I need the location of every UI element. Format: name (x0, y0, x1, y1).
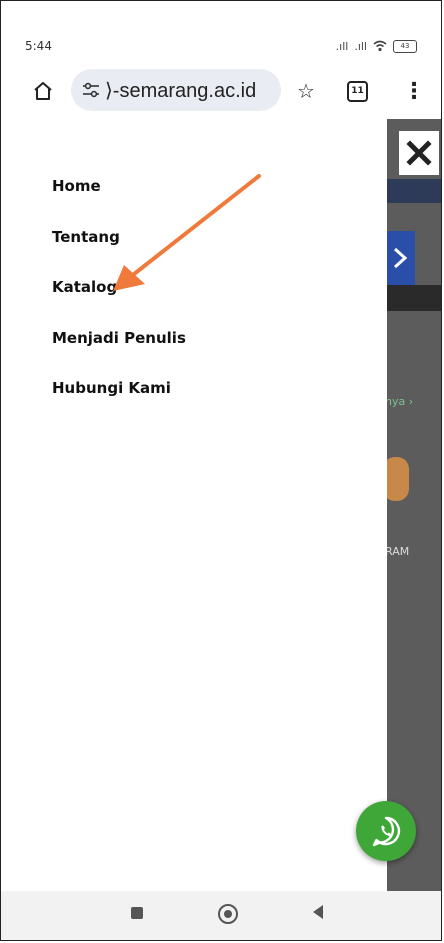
system-nav-bar (1, 891, 441, 940)
menu-item-menjadi-penulis[interactable]: Menjadi Penulis (52, 329, 186, 347)
background-avatar (387, 457, 409, 501)
tabs-icon[interactable]: 11 (347, 81, 368, 102)
bookmark-star-icon[interactable]: ☆ (297, 79, 315, 103)
back-icon[interactable] (313, 905, 323, 919)
status-bar: 5:44 .ıll .ıll 43 (25, 35, 417, 57)
menu-item-tentang[interactable]: Tentang (52, 228, 120, 246)
close-menu-button[interactable] (399, 131, 439, 175)
signal-icon: .ıll (335, 39, 349, 53)
background-image (387, 285, 441, 311)
menu-kebab-icon[interactable]: ⋮ (403, 79, 425, 104)
battery-icon: 43 (393, 39, 417, 53)
background-link-text: nya › (387, 395, 414, 408)
url-text: ⟩-semarang.ac.id (105, 79, 257, 102)
background-label: RAM (387, 545, 410, 558)
status-time: 5:44 (25, 39, 52, 53)
home-nav-icon[interactable] (218, 904, 238, 924)
recents-icon[interactable] (131, 907, 143, 919)
address-bar[interactable]: ⟩-semarang.ac.id (71, 69, 281, 111)
menu-item-home[interactable]: Home (52, 177, 101, 195)
menu-item-katalog[interactable]: Katalog (52, 278, 117, 296)
menu-item-hubungi-kami[interactable]: Hubungi Kami (52, 379, 171, 397)
phone-screen: 5:44 .ıll .ıll 43 ⟩-semarang.ac.id ☆ 11 … (0, 0, 442, 941)
wifi-icon (373, 40, 387, 52)
dimmed-page-overlay[interactable]: nya › RAM (387, 119, 441, 891)
site-settings-icon[interactable] (81, 82, 101, 98)
home-icon[interactable] (31, 79, 55, 103)
status-icons: .ıll .ıll 43 (335, 39, 417, 53)
background-slider-arrow (387, 231, 415, 285)
close-icon (406, 140, 432, 166)
whatsapp-icon (372, 816, 401, 847)
signal-icon: .ıll (354, 39, 367, 53)
whatsapp-button[interactable] (356, 801, 416, 861)
nav-drawer: Home Tentang Katalog Menjadi Penulis Hub… (1, 119, 387, 891)
browser-toolbar: ⟩-semarang.ac.id ☆ 11 ⋮ (1, 65, 441, 117)
chevron-right-icon (393, 247, 408, 269)
background-header (387, 179, 441, 203)
page-content: Home Tentang Katalog Menjadi Penulis Hub… (1, 119, 441, 891)
